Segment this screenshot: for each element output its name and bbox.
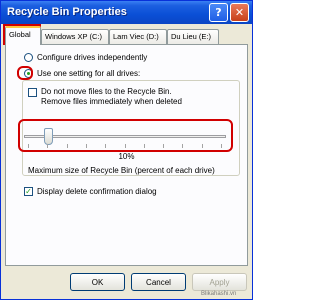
help-button[interactable]: ? — [209, 3, 228, 22]
configure-independently-option[interactable]: Configure drives independently — [24, 53, 147, 62]
cancel-button[interactable]: Cancel — [131, 273, 186, 291]
global-tab-panel: Configure drives independently Use one s… — [5, 44, 248, 266]
slider-tick — [221, 144, 222, 148]
watermark: Blikahashi.vn — [201, 291, 237, 297]
max-size-slider-thumb[interactable] — [44, 128, 53, 145]
tab-lam-viec-d-label: Lam Viec (D:) — [113, 32, 159, 41]
dont-move-files-label-line2: Remove files immediately when deleted — [41, 97, 182, 106]
configure-independently-radio[interactable] — [24, 53, 33, 62]
ok-button[interactable]: OK — [70, 273, 125, 291]
slider-tick — [105, 144, 106, 148]
dont-move-files-checkbox[interactable] — [28, 88, 37, 97]
use-one-setting-radio[interactable] — [24, 69, 33, 78]
help-icon: ? — [215, 6, 222, 19]
tab-lam-viec-d[interactable]: Lam Viec (D:) — [109, 29, 167, 44]
slider-tick — [202, 144, 203, 148]
confirm-delete-checkbox[interactable]: ✓ — [24, 187, 33, 196]
configure-independently-label: Configure drives independently — [37, 53, 148, 62]
recycle-bin-properties-window: Recycle Bin Properties ? ✕ Global Window… — [0, 0, 253, 300]
slider-tick — [47, 144, 48, 148]
dont-move-files-label-line1: Do not move files to the Recycle Bin. — [41, 87, 172, 96]
slider-tick — [144, 144, 145, 148]
tab-du-lieu-e[interactable]: Du Lieu (E:) — [167, 29, 219, 44]
max-size-caption-row: Maximum size of Recycle Bin (percent of … — [28, 166, 215, 175]
max-size-percent: 10% — [118, 152, 135, 161]
use-one-setting-label: Use one setting for all drives: — [37, 69, 141, 78]
tab-windows-xp-c-label: Windows XP (C:) — [45, 32, 102, 41]
max-size-caption: Maximum size of Recycle Bin (percent of … — [28, 166, 215, 175]
tab-global-label: Global — [9, 30, 31, 39]
slider-tick — [182, 144, 183, 148]
slider-tick — [125, 144, 126, 148]
max-size-value: 10% — [6, 152, 247, 161]
title-bar[interactable]: Recycle Bin Properties ? ✕ — [1, 1, 252, 24]
dont-move-files-text: Do not move files to the Recycle Bin. Re… — [41, 87, 182, 107]
tab-strip: Global Windows XP (C:) Lam Viec (D:) Du … — [5, 26, 250, 45]
dont-move-files-option[interactable]: Do not move files to the Recycle Bin. Re… — [28, 87, 182, 107]
close-button[interactable]: ✕ — [230, 3, 249, 22]
tab-windows-xp-c[interactable]: Windows XP (C:) — [41, 29, 109, 44]
slider-tick — [86, 144, 87, 148]
confirm-delete-option[interactable]: ✓ Display delete confirmation dialog — [24, 187, 157, 196]
use-one-setting-option[interactable]: Use one setting for all drives: — [24, 69, 140, 78]
tab-global[interactable]: Global — [5, 26, 41, 45]
slider-tick — [28, 144, 29, 148]
confirm-delete-label: Display delete confirmation dialog — [37, 187, 157, 196]
close-icon: ✕ — [234, 6, 245, 19]
window-title: Recycle Bin Properties — [7, 6, 127, 18]
max-size-slider[interactable] — [24, 128, 226, 145]
tab-du-lieu-e-label: Du Lieu (E:) — [171, 32, 212, 41]
slider-tick — [163, 144, 164, 148]
apply-button[interactable]: Apply — [192, 273, 247, 291]
slider-tick — [67, 144, 68, 148]
